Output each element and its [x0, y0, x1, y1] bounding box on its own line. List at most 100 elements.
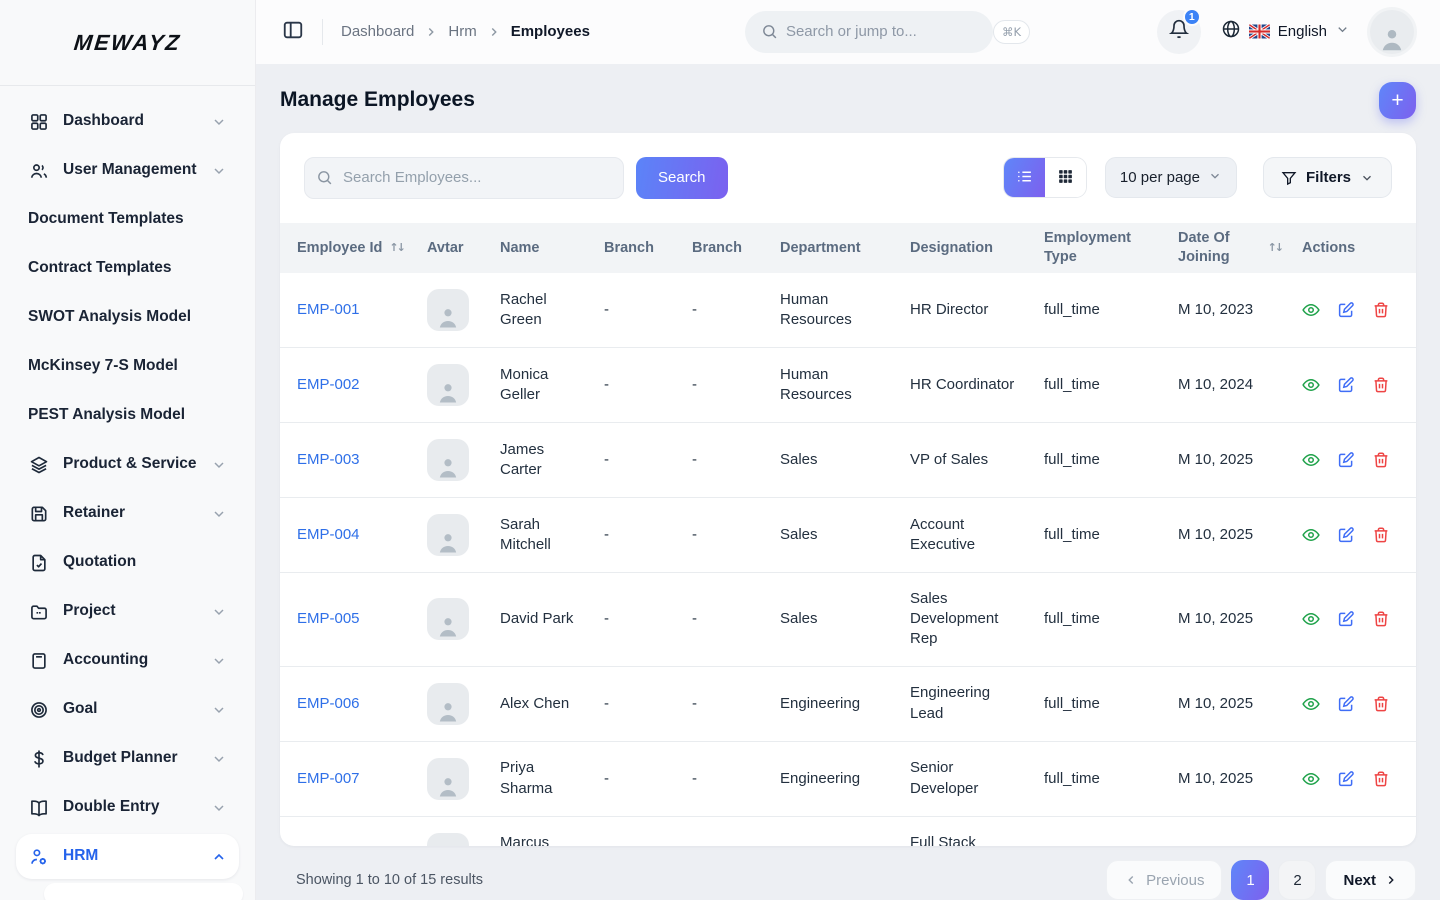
sidebar-item-pest-analysis-model[interactable]: PEST Analysis Model — [16, 393, 239, 438]
view-button[interactable] — [1302, 845, 1320, 846]
edit-button[interactable] — [1337, 695, 1355, 713]
delete-button[interactable] — [1372, 845, 1390, 846]
person-icon — [434, 772, 462, 800]
view-button[interactable] — [1302, 770, 1320, 788]
sidebar-toggle-button[interactable] — [282, 19, 304, 44]
person-icon — [434, 697, 462, 725]
trash-icon — [1372, 610, 1390, 628]
employee-designation: Sales Development Rep — [900, 572, 1034, 666]
chevron-down-icon — [1208, 169, 1222, 187]
employee-id-link[interactable]: EMP-006 — [297, 695, 360, 712]
list-view-button[interactable] — [1004, 158, 1045, 197]
employee-search-input[interactable] — [304, 157, 624, 199]
sort-icon[interactable]: ↑↓ — [1268, 241, 1282, 255]
sidebar-item-double-entry[interactable]: Double Entry — [16, 785, 239, 830]
view-button[interactable] — [1302, 451, 1320, 469]
sidebar-item-quotation[interactable]: Quotation — [16, 540, 239, 585]
column-label: Branch — [604, 239, 654, 258]
employee-name: Rachel Green — [490, 273, 594, 348]
user-avatar[interactable] — [1370, 10, 1414, 54]
view-button[interactable] — [1302, 301, 1320, 319]
view-toggle — [1003, 157, 1087, 198]
file-check-icon — [28, 552, 50, 574]
view-button[interactable] — [1302, 610, 1320, 628]
sidebar-item-product-service[interactable]: Product & Service — [16, 442, 239, 487]
sidebar-item-mckinsey-7-s-model[interactable]: McKinsey 7-S Model — [16, 344, 239, 389]
edit-button[interactable] — [1337, 451, 1355, 469]
employee-name: Monica Geller — [490, 347, 594, 422]
employee-avatar — [427, 758, 469, 800]
hrm-submenu-item[interactable] — [44, 883, 243, 900]
employee-id-link[interactable]: EMP-007 — [297, 770, 360, 787]
next-page-button[interactable]: Next — [1325, 860, 1416, 900]
brand-logo: MEWAYZ — [73, 30, 183, 56]
column-header[interactable]: Date Of Joining ↑↓ — [1168, 223, 1292, 273]
edit-icon — [1337, 845, 1355, 846]
employee-id-link[interactable]: EMP-003 — [297, 451, 360, 468]
edit-icon — [1337, 301, 1355, 319]
add-employee-button[interactable]: + — [1379, 82, 1416, 119]
row-actions — [1302, 451, 1406, 469]
breadcrumb-dashboard[interactable]: Dashboard — [341, 23, 414, 40]
sidebar-item-budget-planner[interactable]: Budget Planner — [16, 736, 239, 781]
sidebar-item-hrm[interactable]: HRM — [16, 834, 239, 879]
filters-button[interactable]: Filters — [1263, 157, 1392, 198]
view-button[interactable] — [1302, 376, 1320, 394]
edit-button[interactable] — [1337, 845, 1355, 846]
delete-button[interactable] — [1372, 610, 1390, 628]
employee-id-link[interactable]: EMP-002 — [297, 376, 360, 393]
page-button-2[interactable]: 2 — [1278, 860, 1316, 900]
column-label: Name — [500, 239, 540, 258]
employee-id-link[interactable]: EMP-004 — [297, 526, 360, 543]
edit-button[interactable] — [1337, 526, 1355, 544]
edit-button[interactable] — [1337, 376, 1355, 394]
delete-button[interactable] — [1372, 451, 1390, 469]
employee-id-link[interactable]: EMP-005 — [297, 610, 360, 627]
employee-branch: - — [594, 347, 682, 422]
per-page-select[interactable]: 10 per page — [1105, 157, 1237, 198]
person-icon — [434, 612, 462, 640]
table-row: EMP-005 David Park - - Sales Sales Devel… — [280, 572, 1416, 666]
notifications-button[interactable]: 1 — [1157, 10, 1201, 54]
view-button[interactable] — [1302, 695, 1320, 713]
employee-employment-type: full_time — [1034, 347, 1168, 422]
delete-button[interactable] — [1372, 301, 1390, 319]
global-search[interactable]: ⌘K — [745, 11, 993, 53]
previous-page-button[interactable]: Previous — [1106, 860, 1222, 900]
edit-button[interactable] — [1337, 301, 1355, 319]
sidebar-item-user-management[interactable]: User Management — [16, 148, 239, 193]
column-header: Name — [490, 223, 594, 273]
row-actions — [1302, 376, 1406, 394]
sidebar-item-dashboard[interactable]: Dashboard — [16, 99, 239, 144]
brand: MEWAYZ — [0, 0, 255, 86]
sidebar-item-retainer[interactable]: Retainer — [16, 491, 239, 536]
sidebar-item-project[interactable]: Project — [16, 589, 239, 634]
search-button[interactable]: Search — [636, 157, 728, 199]
edit-button[interactable] — [1337, 610, 1355, 628]
global-search-input[interactable] — [778, 23, 993, 40]
view-button[interactable] — [1302, 526, 1320, 544]
column-header: Department — [770, 223, 900, 273]
delete-button[interactable] — [1372, 526, 1390, 544]
chevron-down-icon — [1335, 22, 1350, 42]
employee-id-link[interactable]: EMP-001 — [297, 301, 360, 318]
breadcrumb-hrm[interactable]: Hrm — [448, 23, 476, 40]
delete-button[interactable] — [1372, 770, 1390, 788]
sort-icon[interactable]: ↑↓ — [389, 241, 403, 255]
page-button-1[interactable]: 1 — [1231, 860, 1269, 900]
delete-button[interactable] — [1372, 376, 1390, 394]
employee-id-link[interactable]: EMP-008 — [297, 845, 360, 846]
sidebar-item-document-templates[interactable]: Document Templates — [16, 197, 239, 242]
language-selector[interactable]: English — [1221, 19, 1350, 44]
employees-card: Search 10 per page Filters — [280, 133, 1416, 846]
edit-icon — [1337, 610, 1355, 628]
column-header[interactable]: Employee Id↑↓ — [280, 223, 417, 273]
sidebar-item-goal[interactable]: Goal — [16, 687, 239, 732]
sidebar-item-contract-templates[interactable]: Contract Templates — [16, 246, 239, 291]
grid-view-button[interactable] — [1045, 158, 1086, 197]
column-label: Date Of Joining — [1178, 229, 1261, 267]
delete-button[interactable] — [1372, 695, 1390, 713]
sidebar-item-accounting[interactable]: Accounting — [16, 638, 239, 683]
edit-button[interactable] — [1337, 770, 1355, 788]
sidebar-item-swot-analysis-model[interactable]: SWOT Analysis Model — [16, 295, 239, 340]
